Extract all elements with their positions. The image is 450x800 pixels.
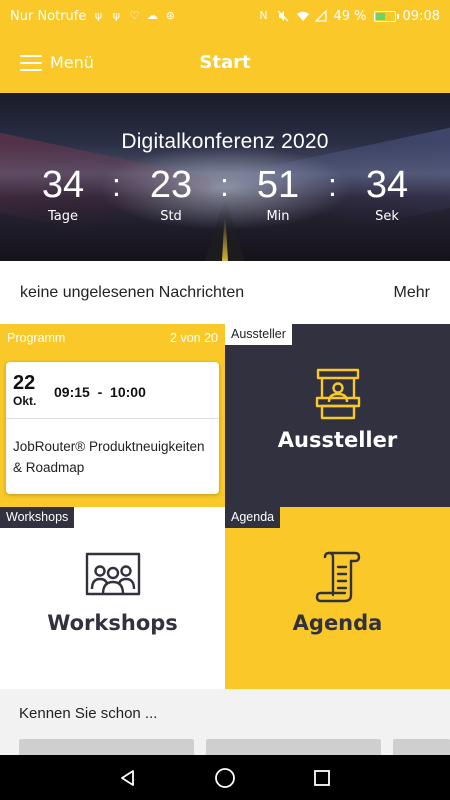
session-time-end: 10:00	[110, 384, 146, 400]
home-icon[interactable]	[210, 763, 240, 793]
cloud-icon: ☁	[146, 9, 158, 22]
agenda-tile[interactable]: Agenda Agenda	[225, 507, 450, 690]
countdown-hours-label: Std	[160, 209, 182, 224]
programm-counter: 2 von 20	[170, 331, 218, 345]
aussteller-label: Aussteller	[277, 428, 398, 452]
system-nav-bar	[0, 755, 450, 800]
countdown-minutes: 51 Min	[233, 163, 323, 224]
usb-icon: ψ	[112, 9, 120, 22]
countdown-days: 34 Tage	[18, 163, 108, 224]
group-people-icon	[84, 551, 142, 605]
agenda-label: Agenda	[292, 611, 383, 635]
session-date: 22 Okt.	[13, 372, 36, 408]
record-icon: ⊛	[165, 9, 175, 22]
carrier-label: Nur Notrufe	[10, 8, 87, 24]
countdown-separator: :	[328, 167, 337, 203]
aussteller-tag: Aussteller	[225, 324, 292, 345]
session-month: Okt.	[13, 394, 37, 408]
more-link[interactable]: Mehr	[394, 284, 430, 302]
back-icon[interactable]	[113, 763, 143, 793]
recents-icon[interactable]	[307, 763, 337, 793]
session-title: JobRouter® Produktneuigkeiten & Roadmap	[13, 439, 205, 475]
session-time: 09:15 - 10:00	[54, 384, 146, 400]
no-signal-icon	[314, 9, 327, 22]
countdown-separator: :	[220, 167, 229, 203]
scroll-document-icon	[315, 551, 361, 607]
menu-button[interactable]: Menü	[20, 32, 94, 93]
menu-label: Menü	[50, 53, 94, 72]
workshops-tag: Workshops	[0, 507, 75, 528]
discover-card[interactable]	[393, 739, 450, 755]
discover-card[interactable]	[206, 739, 381, 755]
messages-row[interactable]: keine ungelesenen Nachrichten Mehr	[0, 261, 450, 324]
session-time-start: 09:15	[54, 384, 90, 400]
messages-text: keine ungelesenen Nachrichten	[20, 283, 245, 301]
mute-icon	[277, 10, 289, 22]
event-title: Digitalkonferenz 2020	[121, 130, 329, 153]
clock: 09:08	[402, 8, 440, 24]
hero-banner: Digitalkonferenz 2020 34 Tage : 23 Std :…	[0, 93, 450, 261]
countdown-hours-value: 23	[149, 164, 193, 206]
battery-percent: 49 %	[333, 8, 367, 24]
countdown-seconds-value: 34	[365, 164, 409, 206]
session-day: 22	[13, 372, 36, 394]
countdown-hours: 23 Std	[126, 163, 216, 224]
countdown-minutes-value: 51	[256, 164, 300, 206]
discover-title: Kennen Sie schon ...	[19, 705, 158, 722]
countdown-minutes-label: Min	[266, 209, 290, 224]
programm-label: Programm	[7, 331, 66, 345]
nfc-icon: N	[259, 9, 268, 22]
programm-tile[interactable]: Programm 2 von 20 22 Okt. 09:15 - 10:00 …	[0, 324, 225, 507]
status-bar: Nur Notrufe ψ ψ ♡ ☁ ⊛ N 49 % 09:08	[0, 0, 450, 32]
countdown-seconds-label: Sek	[375, 209, 399, 224]
session-time-separator: -	[97, 384, 103, 400]
app-bar: Menü Start	[0, 32, 450, 93]
heart-icon: ♡	[129, 9, 140, 22]
workshops-label: Workshops	[47, 611, 178, 635]
aussteller-tile[interactable]: Aussteller Aussteller	[225, 324, 450, 507]
hamburger-icon	[20, 54, 42, 71]
usb-icon: ψ	[94, 9, 102, 22]
countdown-days-label: Tage	[47, 209, 78, 224]
session-card[interactable]: 22 Okt. 09:15 - 10:00 JobRouter® Produkt…	[6, 362, 219, 494]
countdown-days-value: 34	[41, 164, 85, 206]
countdown-separator: :	[112, 167, 121, 203]
divider	[6, 418, 219, 419]
workshops-tile[interactable]: Workshops Workshops	[0, 507, 225, 690]
battery-icon	[373, 10, 399, 22]
discover-section: Kennen Sie schon ...	[0, 689, 450, 755]
discover-card[interactable]	[19, 739, 194, 755]
countdown-seconds: 34 Sek	[342, 163, 432, 224]
agenda-tag: Agenda	[225, 507, 281, 528]
countdown: 34 Tage : 23 Std : 51 Min : 34 Sek	[0, 163, 450, 233]
exhibitor-booth-icon	[314, 368, 362, 424]
wifi-icon	[296, 10, 309, 22]
